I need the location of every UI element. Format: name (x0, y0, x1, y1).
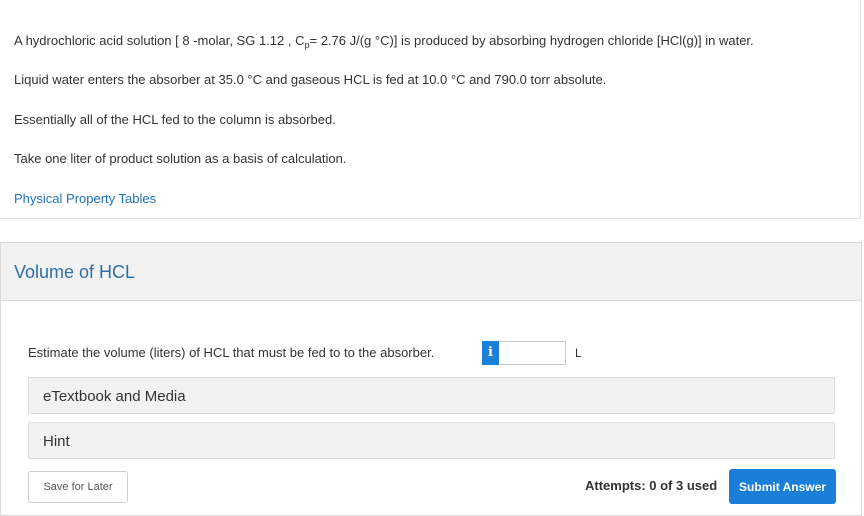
etextbook-media-label: eTextbook and Media (43, 388, 186, 405)
question-prompt: Estimate the volume (liters) of HCL that… (28, 345, 435, 360)
problem-line-2: Liquid water enters the absorber at 35.0… (14, 72, 607, 87)
physical-property-tables-link[interactable]: Physical Property Tables (14, 191, 156, 206)
problem-line-1-text-b: = 2.76 J/(g °C)] is produced by absorbin… (309, 33, 754, 48)
problem-statement-card: A hydrochloric acid solution [ 8 -molar,… (0, 0, 861, 219)
submit-answer-button[interactable]: Submit Answer (729, 469, 836, 504)
question-title: Volume of HCL (14, 262, 136, 282)
problem-line-4: Take one liter of product solution as a … (14, 151, 347, 166)
answer-input[interactable] (499, 341, 566, 365)
save-for-later-button[interactable]: Save for Later (28, 471, 128, 503)
problem-line-1-text-a: A hydrochloric acid solution [ 8 -molar,… (14, 33, 305, 48)
problem-line-1: A hydrochloric acid solution [ 8 -molar,… (14, 32, 754, 54)
question-card: Volume of HCL Estimate the volume (liter… (0, 242, 862, 516)
unit-label: L (575, 346, 582, 360)
attempts-counter: Attempts: 0 of 3 used (585, 478, 718, 493)
hint-label: Hint (43, 433, 70, 450)
info-icon[interactable]: i (482, 341, 499, 365)
problem-line-3: Essentially all of the HCL fed to the co… (14, 112, 336, 127)
question-header: Volume of HCL (1, 243, 861, 301)
hint-panel[interactable]: Hint (28, 422, 835, 459)
etextbook-media-panel[interactable]: eTextbook and Media (28, 377, 835, 414)
physical-property-tables-link-wrap: Physical Property Tables (14, 190, 156, 208)
